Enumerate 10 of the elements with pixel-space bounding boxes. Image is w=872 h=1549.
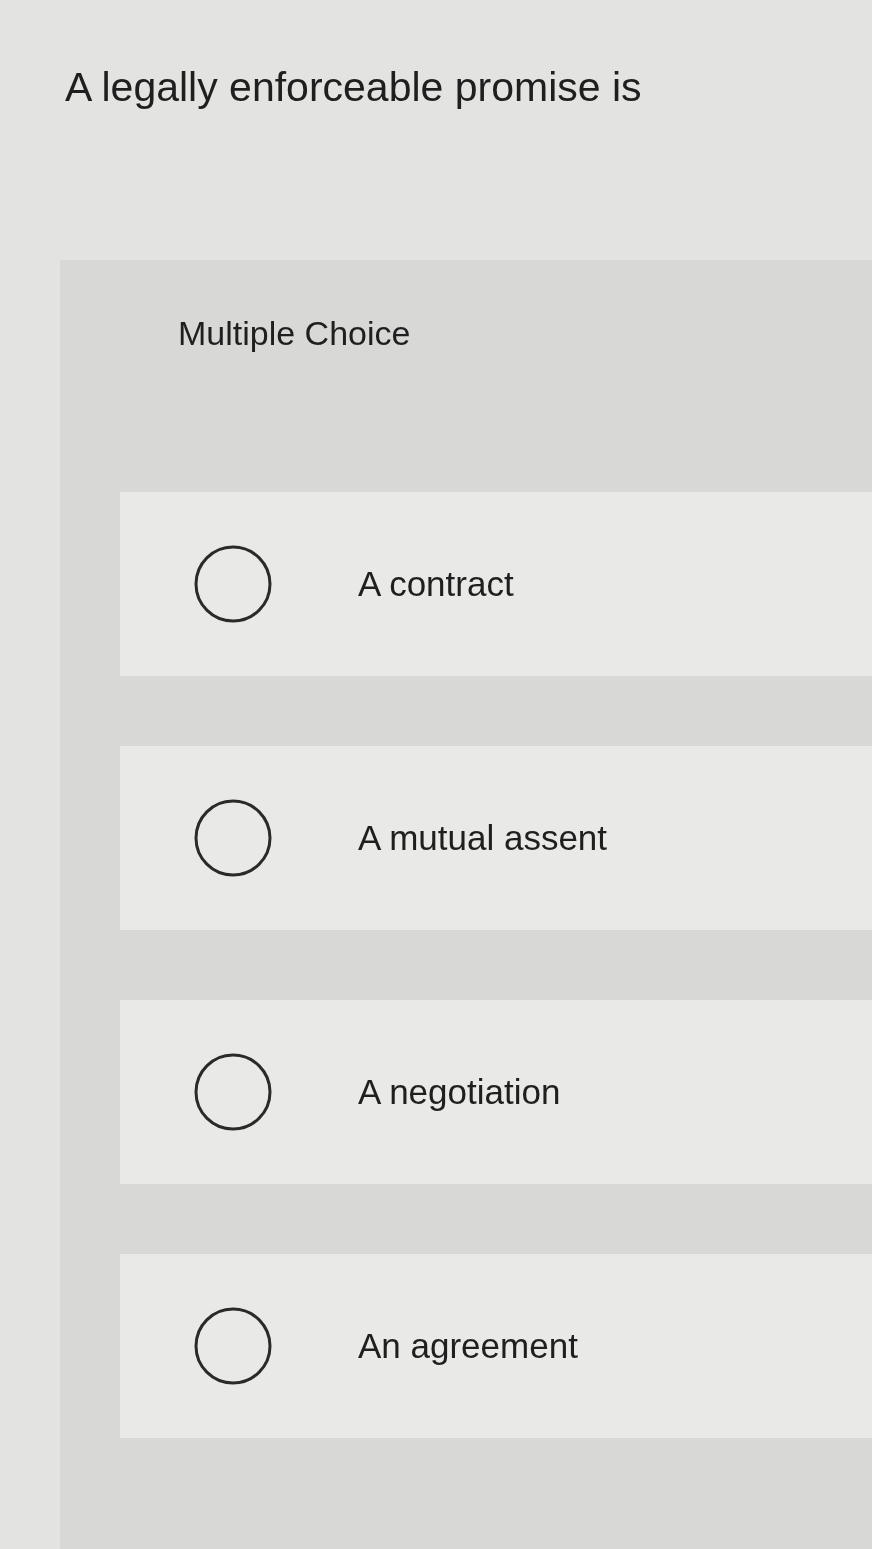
answer-option[interactable]: A mutual assent bbox=[120, 746, 872, 930]
question-text: A legally enforceable promise is bbox=[65, 63, 642, 112]
question-type-label: Multiple Choice bbox=[178, 313, 411, 354]
radio-button[interactable] bbox=[194, 799, 272, 877]
answer-option[interactable]: A contract bbox=[120, 492, 872, 676]
radio-button[interactable] bbox=[194, 545, 272, 623]
radio-button[interactable] bbox=[194, 1307, 272, 1385]
answer-option[interactable]: A negotiation bbox=[120, 1000, 872, 1184]
answer-option[interactable]: An agreement bbox=[120, 1254, 872, 1438]
radio-button[interactable] bbox=[194, 1053, 272, 1131]
